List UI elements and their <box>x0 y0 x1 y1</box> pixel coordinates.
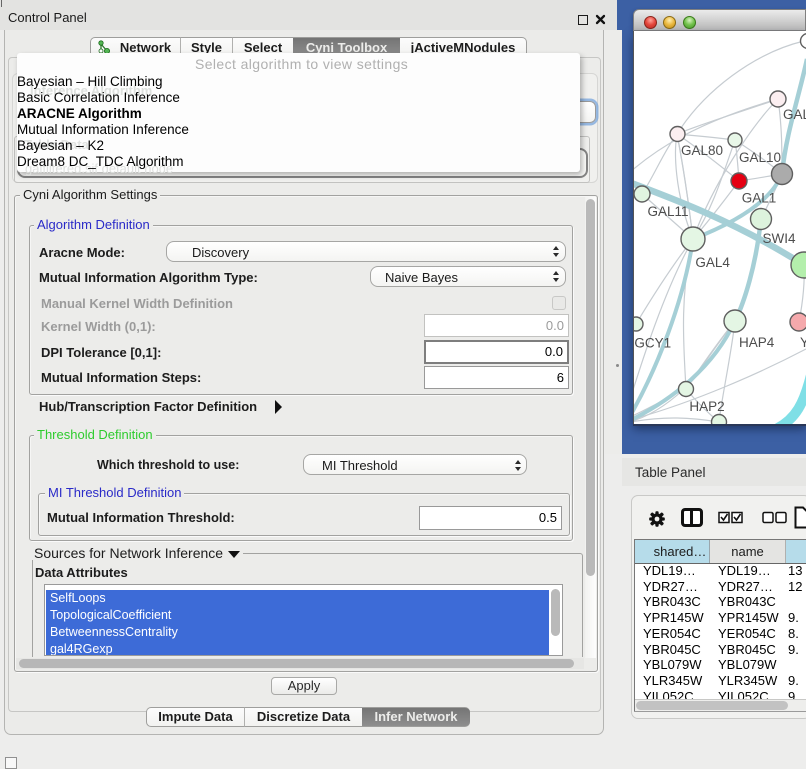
svg-text:GAL10: GAL10 <box>739 150 781 165</box>
svg-text:HAP4: HAP4 <box>739 335 775 350</box>
svg-text:SWI4: SWI4 <box>762 231 795 246</box>
svg-text:GAL1: GAL1 <box>742 191 777 206</box>
svg-text:HAP2: HAP2 <box>689 399 724 414</box>
svg-text:YEL: YEL <box>800 335 806 350</box>
svg-text:GAL4: GAL4 <box>695 255 730 270</box>
svg-text:GAL80: GAL80 <box>681 143 723 158</box>
svg-text:GAL11: GAL11 <box>647 204 688 219</box>
svg-text:GAL7: GAL7 <box>783 107 806 122</box>
svg-text:GCY1: GCY1 <box>634 336 671 351</box>
